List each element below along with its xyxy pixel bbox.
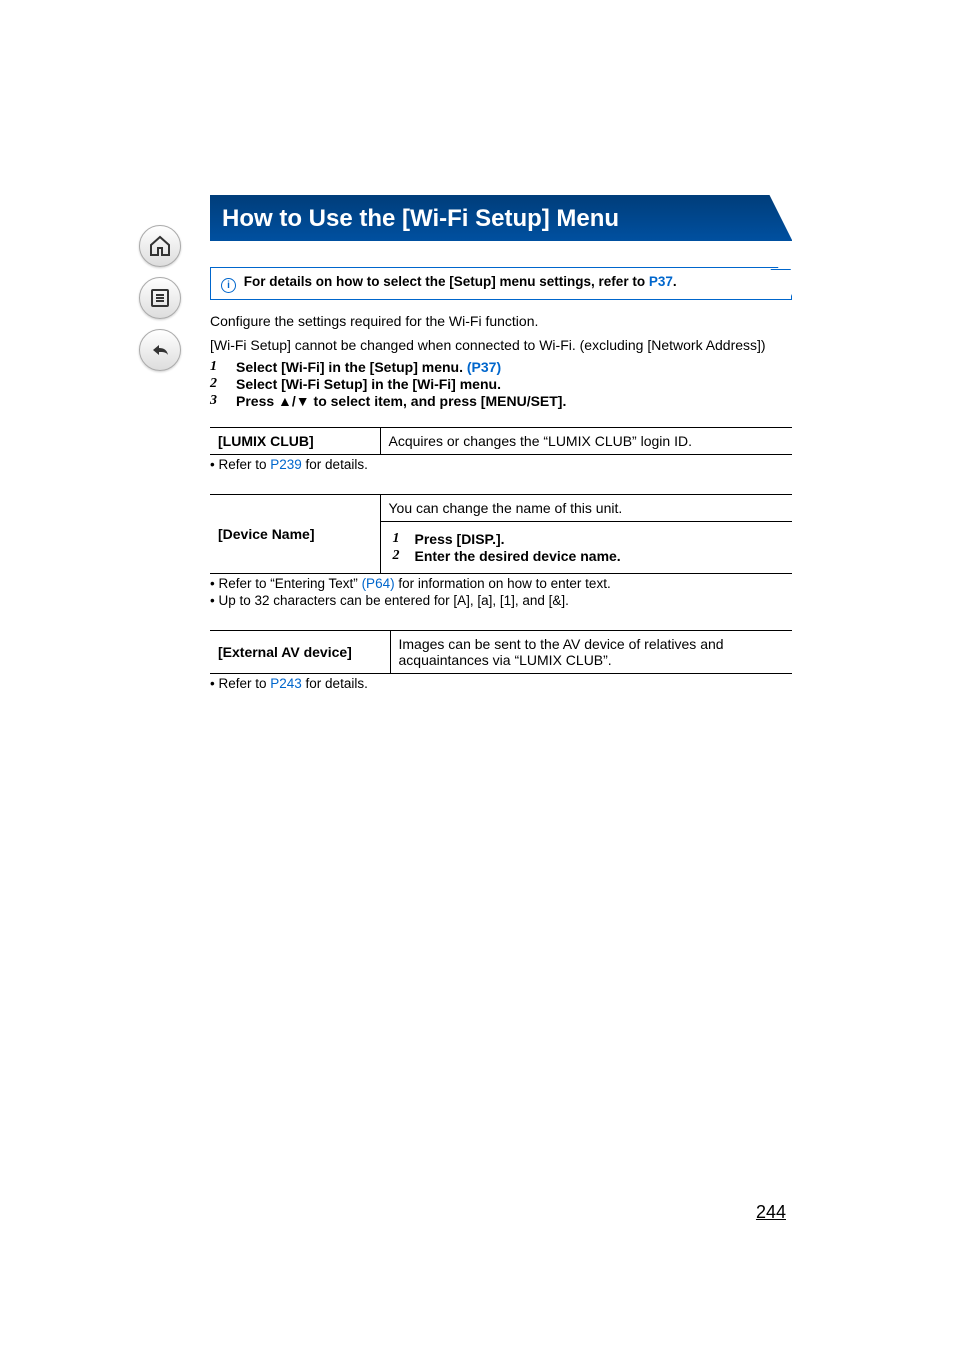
lumix-club-table: [LUMIX CLUB] Acquires or changes the “LU… bbox=[210, 427, 792, 455]
back-icon[interactable] bbox=[139, 329, 181, 371]
lumix-club-desc: Acquires or changes the “LUMIX CLUB” log… bbox=[380, 428, 792, 455]
device-name-note-1: • Refer to “Entering Text” (P64) for inf… bbox=[210, 576, 792, 591]
info-callout: i For details on how to select the [Setu… bbox=[210, 267, 792, 300]
home-icon[interactable] bbox=[139, 225, 181, 267]
link-p243[interactable]: P243 bbox=[270, 676, 302, 691]
contents-icon[interactable] bbox=[139, 277, 181, 319]
info-text: For details on how to select the [Setup]… bbox=[244, 274, 649, 289]
intro-text-2: [Wi-Fi Setup] cannot be changed when con… bbox=[210, 336, 792, 356]
sidebar-nav bbox=[135, 225, 185, 371]
main-steps: 1 Select [Wi-Fi] in the [Setup] menu. (P… bbox=[210, 359, 792, 409]
device-name-steps: 1 Press [DISP.]. 2 Enter the desired dev… bbox=[380, 522, 792, 574]
step-2: 2 Select [Wi-Fi Setup] in the [Wi-Fi] me… bbox=[210, 376, 792, 392]
device-name-desc: You can change the name of this unit. bbox=[380, 495, 792, 522]
link-p37-inline[interactable]: (P37) bbox=[467, 359, 501, 375]
page-content: Wi-Fi How to Use the [Wi-Fi Setup] Menu … bbox=[210, 195, 792, 713]
step-1: 1 Select [Wi-Fi] in the [Setup] menu. (P… bbox=[210, 359, 792, 375]
external-av-label: [External AV device] bbox=[210, 631, 390, 674]
lumix-club-label: [LUMIX CLUB] bbox=[210, 428, 380, 455]
step-3: 3 Press ▲/▼ to select item, and press [M… bbox=[210, 393, 792, 409]
link-p239[interactable]: P239 bbox=[270, 457, 302, 472]
lumix-club-note: • Refer to P239 for details. bbox=[210, 457, 792, 472]
header-banner: Wi-Fi How to Use the [Wi-Fi Setup] Menu bbox=[210, 195, 792, 255]
external-av-table: [External AV device] Images can be sent … bbox=[210, 630, 792, 674]
device-name-label: [Device Name] bbox=[210, 495, 380, 574]
page-number[interactable]: 244 bbox=[756, 1202, 786, 1223]
link-p64[interactable]: (P64) bbox=[358, 576, 395, 591]
external-av-note: • Refer to P243 for details. bbox=[210, 676, 792, 691]
page-title: How to Use the [Wi-Fi Setup] Menu bbox=[222, 205, 619, 233]
device-name-table: [Device Name] You can change the name of… bbox=[210, 494, 792, 574]
external-av-desc: Images can be sent to the AV device of r… bbox=[390, 631, 792, 674]
device-name-note-2: • Up to 32 characters can be entered for… bbox=[210, 593, 792, 608]
link-p37[interactable]: P37 bbox=[649, 274, 673, 289]
intro-text-1: Configure the settings required for the … bbox=[210, 312, 792, 332]
info-icon: i bbox=[221, 278, 236, 293]
